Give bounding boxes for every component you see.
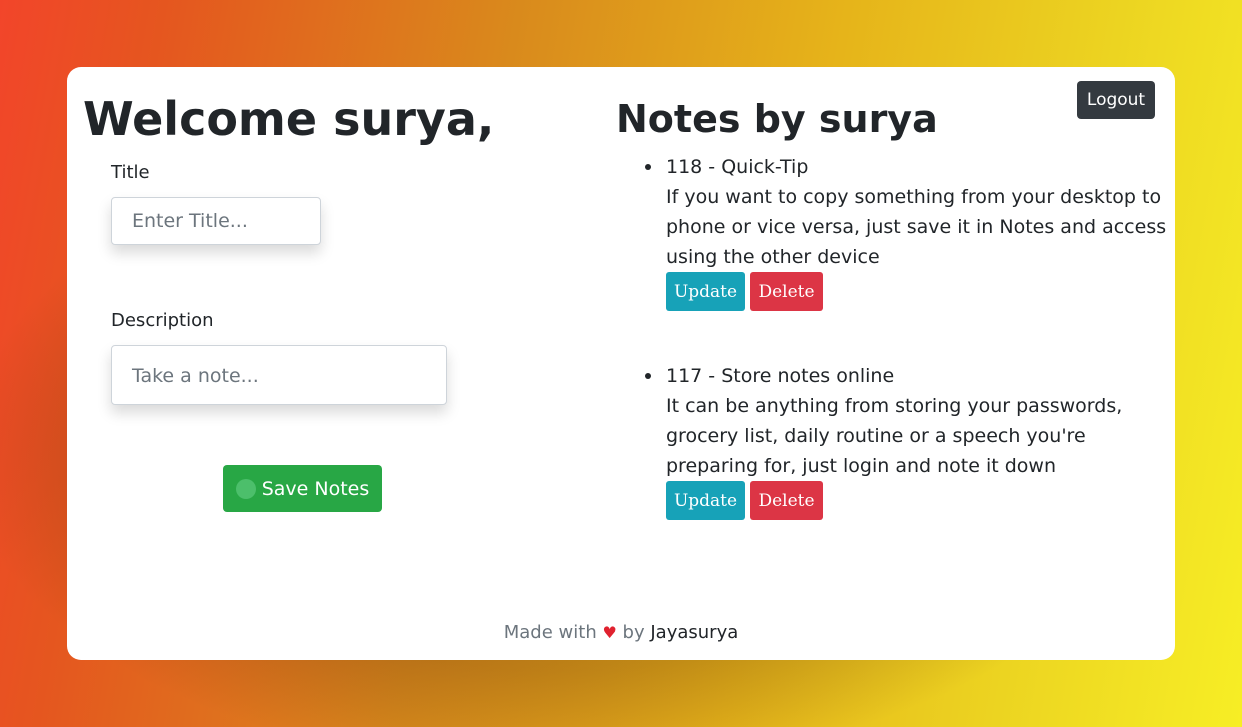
bullet-icon <box>645 373 651 379</box>
title-input[interactable] <box>111 197 321 245</box>
delete-button[interactable]: Delete <box>750 272 823 311</box>
save-notes-label: Save Notes <box>261 477 370 500</box>
note-item: 118 - Quick-Tip If you want to copy some… <box>645 153 1175 311</box>
footer-author: Jayasurya <box>650 622 739 643</box>
footer-by: by <box>622 622 645 643</box>
spinner-icon <box>235 478 256 499</box>
logout-label: Logout <box>1086 90 1146 110</box>
update-button[interactable]: Update <box>666 481 745 520</box>
save-notes-button[interactable]: Save Notes <box>223 465 382 512</box>
logout-button[interactable]: Logout <box>1077 81 1155 119</box>
footer-made-with: Made with <box>503 622 597 643</box>
note-item: 117 - Store notes online It can be anyth… <box>645 362 1175 520</box>
description-label: Description <box>111 310 214 331</box>
note-actions: Update Delete <box>666 481 1175 520</box>
description-input[interactable] <box>111 345 447 405</box>
note-title: 118 - Quick-Tip <box>666 156 809 178</box>
footer: Made with ♥ by Jayasurya <box>67 621 1175 645</box>
main-card: Welcome surya, Title Description Save No… <box>67 67 1175 660</box>
note-description: It can be anything from storing your pas… <box>666 395 1123 477</box>
welcome-heading: Welcome surya, <box>83 92 495 146</box>
notes-heading: Notes by surya <box>616 97 938 141</box>
title-label: Title <box>111 162 150 183</box>
update-button[interactable]: Update <box>666 272 745 311</box>
heart-icon: ♥ <box>602 623 617 642</box>
note-description: If you want to copy something from your … <box>666 186 1167 268</box>
delete-button[interactable]: Delete <box>750 481 823 520</box>
bullet-icon <box>645 164 651 170</box>
note-title: 117 - Store notes online <box>666 365 895 387</box>
note-actions: Update Delete <box>666 272 1175 311</box>
